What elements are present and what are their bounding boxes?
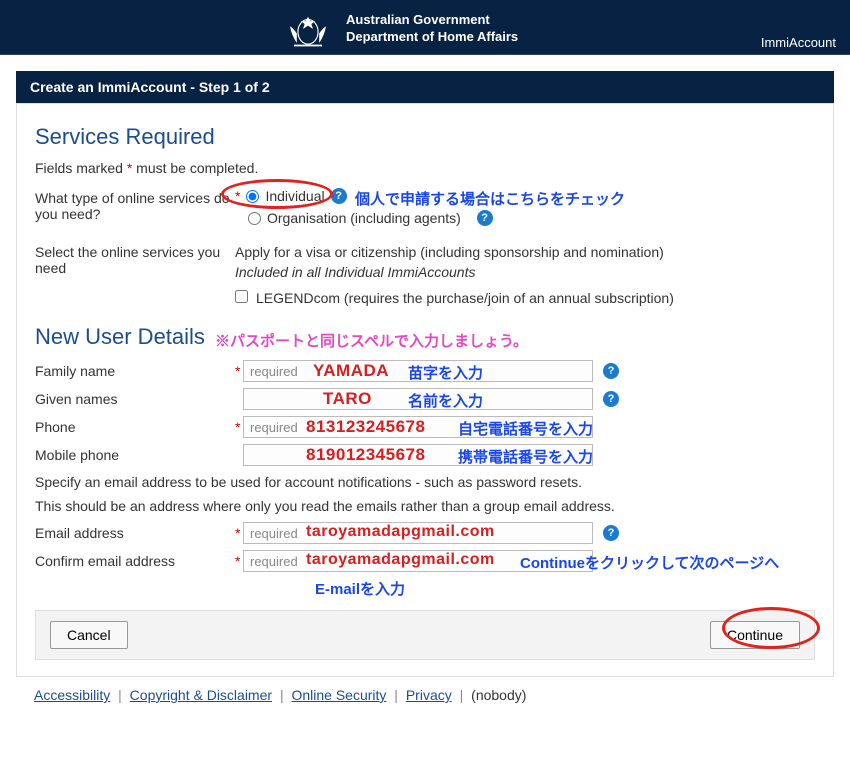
checkbox-legendcom[interactable]: [235, 290, 248, 303]
footer-accessibility[interactable]: Accessibility: [34, 687, 110, 703]
header: Australian Government Department of Home…: [0, 0, 850, 54]
given-names-input[interactable]: [243, 388, 593, 410]
select-services-label: Select the online services you need: [35, 242, 235, 276]
required-note: Fields marked * must be completed.: [35, 160, 815, 176]
radio-organisation-label: Organisation (including agents): [267, 210, 461, 226]
annotation-email-label: E-mailを入力: [315, 578, 405, 599]
panel-title: Create an ImmiAccount - Step 1 of 2: [16, 71, 834, 103]
confirm-email-label: Confirm email address: [35, 553, 235, 569]
mobile-input[interactable]: [243, 444, 593, 466]
help-icon[interactable]: ?: [477, 210, 493, 226]
panel-body: Services Required Fields marked * must b…: [16, 103, 834, 677]
annotation-passport-hint: ※パスポートと同じスペルで入力しましょう。: [215, 330, 528, 351]
gov-name: Australian Government: [346, 12, 518, 29]
help-icon[interactable]: ?: [603, 391, 619, 407]
phone-input[interactable]: [243, 416, 593, 438]
mobile-label: Mobile phone: [35, 447, 235, 463]
confirm-email-input[interactable]: [243, 550, 593, 572]
family-name-label: Family name: [35, 363, 235, 379]
header-text: Australian Government Department of Home…: [346, 12, 518, 46]
email-note-1: Specify an email address to be used for …: [35, 474, 815, 490]
services-heading: Services Required: [35, 124, 815, 150]
apply-text: Apply for a visa or citizenship (includi…: [235, 244, 815, 260]
apply-sub: Included in all Individual ImmiAccounts: [235, 264, 815, 280]
help-icon[interactable]: ?: [603, 363, 619, 379]
legendcom-label: LEGENDcom (requires the purchase/join of…: [256, 290, 674, 306]
help-icon[interactable]: ?: [603, 525, 619, 541]
given-names-label: Given names: [35, 391, 235, 407]
footer: Accessibility | Copyright & Disclaimer |…: [16, 677, 834, 729]
email-label: Email address: [35, 525, 235, 541]
footer-security[interactable]: Online Security: [291, 687, 386, 703]
gov-crest-icon: [280, 6, 336, 52]
radio-individual-label: Individual: [265, 188, 324, 204]
footer-nobody: (nobody): [471, 687, 526, 703]
newuser-heading: New User Details ※パスポートと同じスペルで入力しましょう。: [35, 324, 815, 350]
radio-individual[interactable]: [246, 190, 259, 203]
email-note-2: This should be an address where only you…: [35, 498, 815, 514]
footer-copyright[interactable]: Copyright & Disclaimer: [130, 687, 272, 703]
radio-organisation[interactable]: [248, 212, 261, 225]
help-icon[interactable]: ?: [331, 188, 347, 204]
email-input[interactable]: [243, 522, 593, 544]
cancel-button[interactable]: Cancel: [50, 621, 128, 649]
service-type-label: What type of online services do you need…: [35, 188, 235, 222]
product-name: ImmiAccount: [761, 35, 836, 50]
footer-privacy[interactable]: Privacy: [406, 687, 452, 703]
continue-button[interactable]: Continue: [710, 621, 800, 649]
button-bar: Cancel Continue: [35, 610, 815, 660]
family-name-input[interactable]: [243, 360, 593, 382]
phone-label: Phone: [35, 419, 235, 435]
dept-name: Department of Home Affairs: [346, 29, 518, 46]
